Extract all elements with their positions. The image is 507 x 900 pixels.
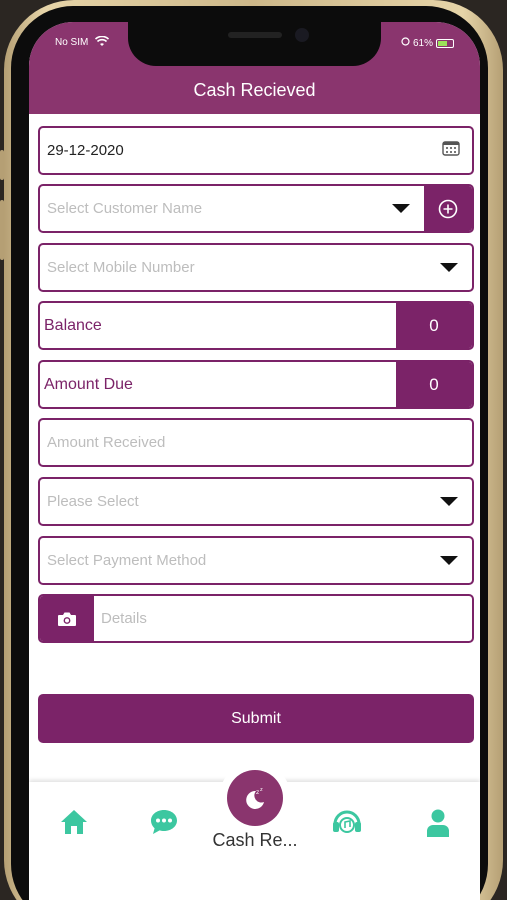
svg-text:z: z bbox=[256, 789, 259, 796]
add-customer-button[interactable] bbox=[424, 186, 472, 231]
balance-value: 0 bbox=[396, 303, 472, 348]
balance-label: Balance bbox=[44, 316, 102, 334]
carrier-label: No SIM bbox=[55, 37, 89, 48]
amount-due-label: Amount Due bbox=[44, 375, 133, 393]
mobile-select[interactable]: Select Mobile Number bbox=[38, 243, 474, 292]
mute-switch bbox=[0, 150, 4, 180]
moon-icon: zz bbox=[246, 787, 264, 809]
balance-field: Balance 0 bbox=[38, 301, 474, 350]
svg-text:z: z bbox=[260, 787, 263, 793]
plus-circle-icon bbox=[438, 199, 458, 218]
amount-due-field: Amount Due 0 bbox=[38, 360, 474, 409]
date-field[interactable]: 29-12-2020 bbox=[38, 126, 474, 175]
battery-icon bbox=[436, 38, 454, 48]
app-header: No SIM 61% Cash Recieved bbox=[29, 22, 480, 114]
chevron-down-icon bbox=[440, 497, 458, 506]
customer-select[interactable]: Select Customer Name bbox=[38, 184, 474, 233]
home-icon[interactable] bbox=[59, 808, 89, 841]
support-icon[interactable] bbox=[331, 808, 363, 841]
battery-percent: 61% bbox=[412, 37, 433, 49]
volume-button bbox=[0, 200, 4, 260]
cash-received-tab[interactable]: zz bbox=[227, 770, 283, 826]
wifi-icon bbox=[94, 35, 110, 50]
screen: No SIM 61% Cash Recieved 29-12-2020 Sele… bbox=[29, 22, 480, 900]
notch bbox=[128, 22, 381, 66]
details-placeholder: Details bbox=[101, 610, 147, 627]
front-camera bbox=[295, 28, 309, 42]
please-select-dropdown[interactable]: Please Select bbox=[38, 477, 474, 526]
chevron-down-icon bbox=[392, 204, 410, 213]
details-input[interactable]: Details bbox=[38, 594, 474, 643]
please-select-placeholder: Please Select bbox=[47, 493, 139, 510]
chat-icon[interactable] bbox=[149, 808, 179, 841]
customer-placeholder: Select Customer Name bbox=[47, 200, 203, 217]
page-title: Cash Recieved bbox=[193, 80, 316, 100]
speaker bbox=[228, 32, 282, 38]
fab-wrapper: zz bbox=[219, 762, 291, 834]
mobile-placeholder: Select Mobile Number bbox=[47, 259, 195, 276]
amount-received-placeholder: Amount Received bbox=[47, 434, 166, 451]
camera-button[interactable] bbox=[40, 596, 94, 641]
amount-received-input[interactable]: Amount Received bbox=[38, 418, 474, 467]
active-tab-label: Cash Re... bbox=[212, 830, 298, 850]
user-icon[interactable] bbox=[425, 808, 451, 843]
payment-method-placeholder: Select Payment Method bbox=[47, 552, 207, 569]
orientation-lock-icon bbox=[401, 37, 410, 49]
amount-due-value: 0 bbox=[396, 362, 472, 407]
calendar-icon[interactable] bbox=[442, 140, 460, 161]
chevron-down-icon bbox=[440, 263, 458, 272]
tab-bar: zz Cash Re... bbox=[29, 762, 480, 900]
date-value: 29-12-2020 bbox=[47, 142, 124, 159]
camera-icon bbox=[58, 612, 76, 626]
submit-button[interactable]: Submit bbox=[38, 694, 474, 743]
payment-method-select[interactable]: Select Payment Method bbox=[38, 536, 474, 585]
chevron-down-icon bbox=[440, 556, 458, 565]
